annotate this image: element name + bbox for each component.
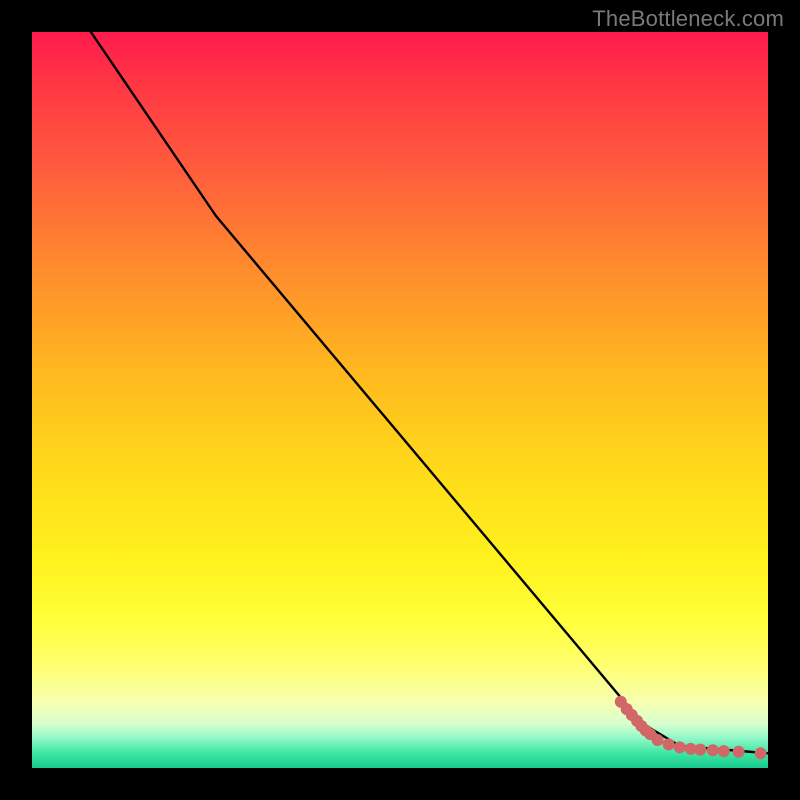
watermark-text: TheBottleneck.com (592, 6, 784, 32)
chart-overlay (32, 32, 768, 768)
scatter-point (718, 745, 730, 757)
scatter-point (652, 734, 664, 746)
scatter-point (733, 746, 745, 758)
scatter-point (755, 747, 767, 759)
scatter-point (674, 741, 686, 753)
scatter-point (707, 744, 719, 756)
chart-scatter-group (615, 696, 767, 760)
chart-frame: TheBottleneck.com (0, 0, 800, 800)
chart-line (91, 32, 768, 753)
scatter-point (663, 738, 675, 750)
scatter-point (694, 744, 706, 756)
